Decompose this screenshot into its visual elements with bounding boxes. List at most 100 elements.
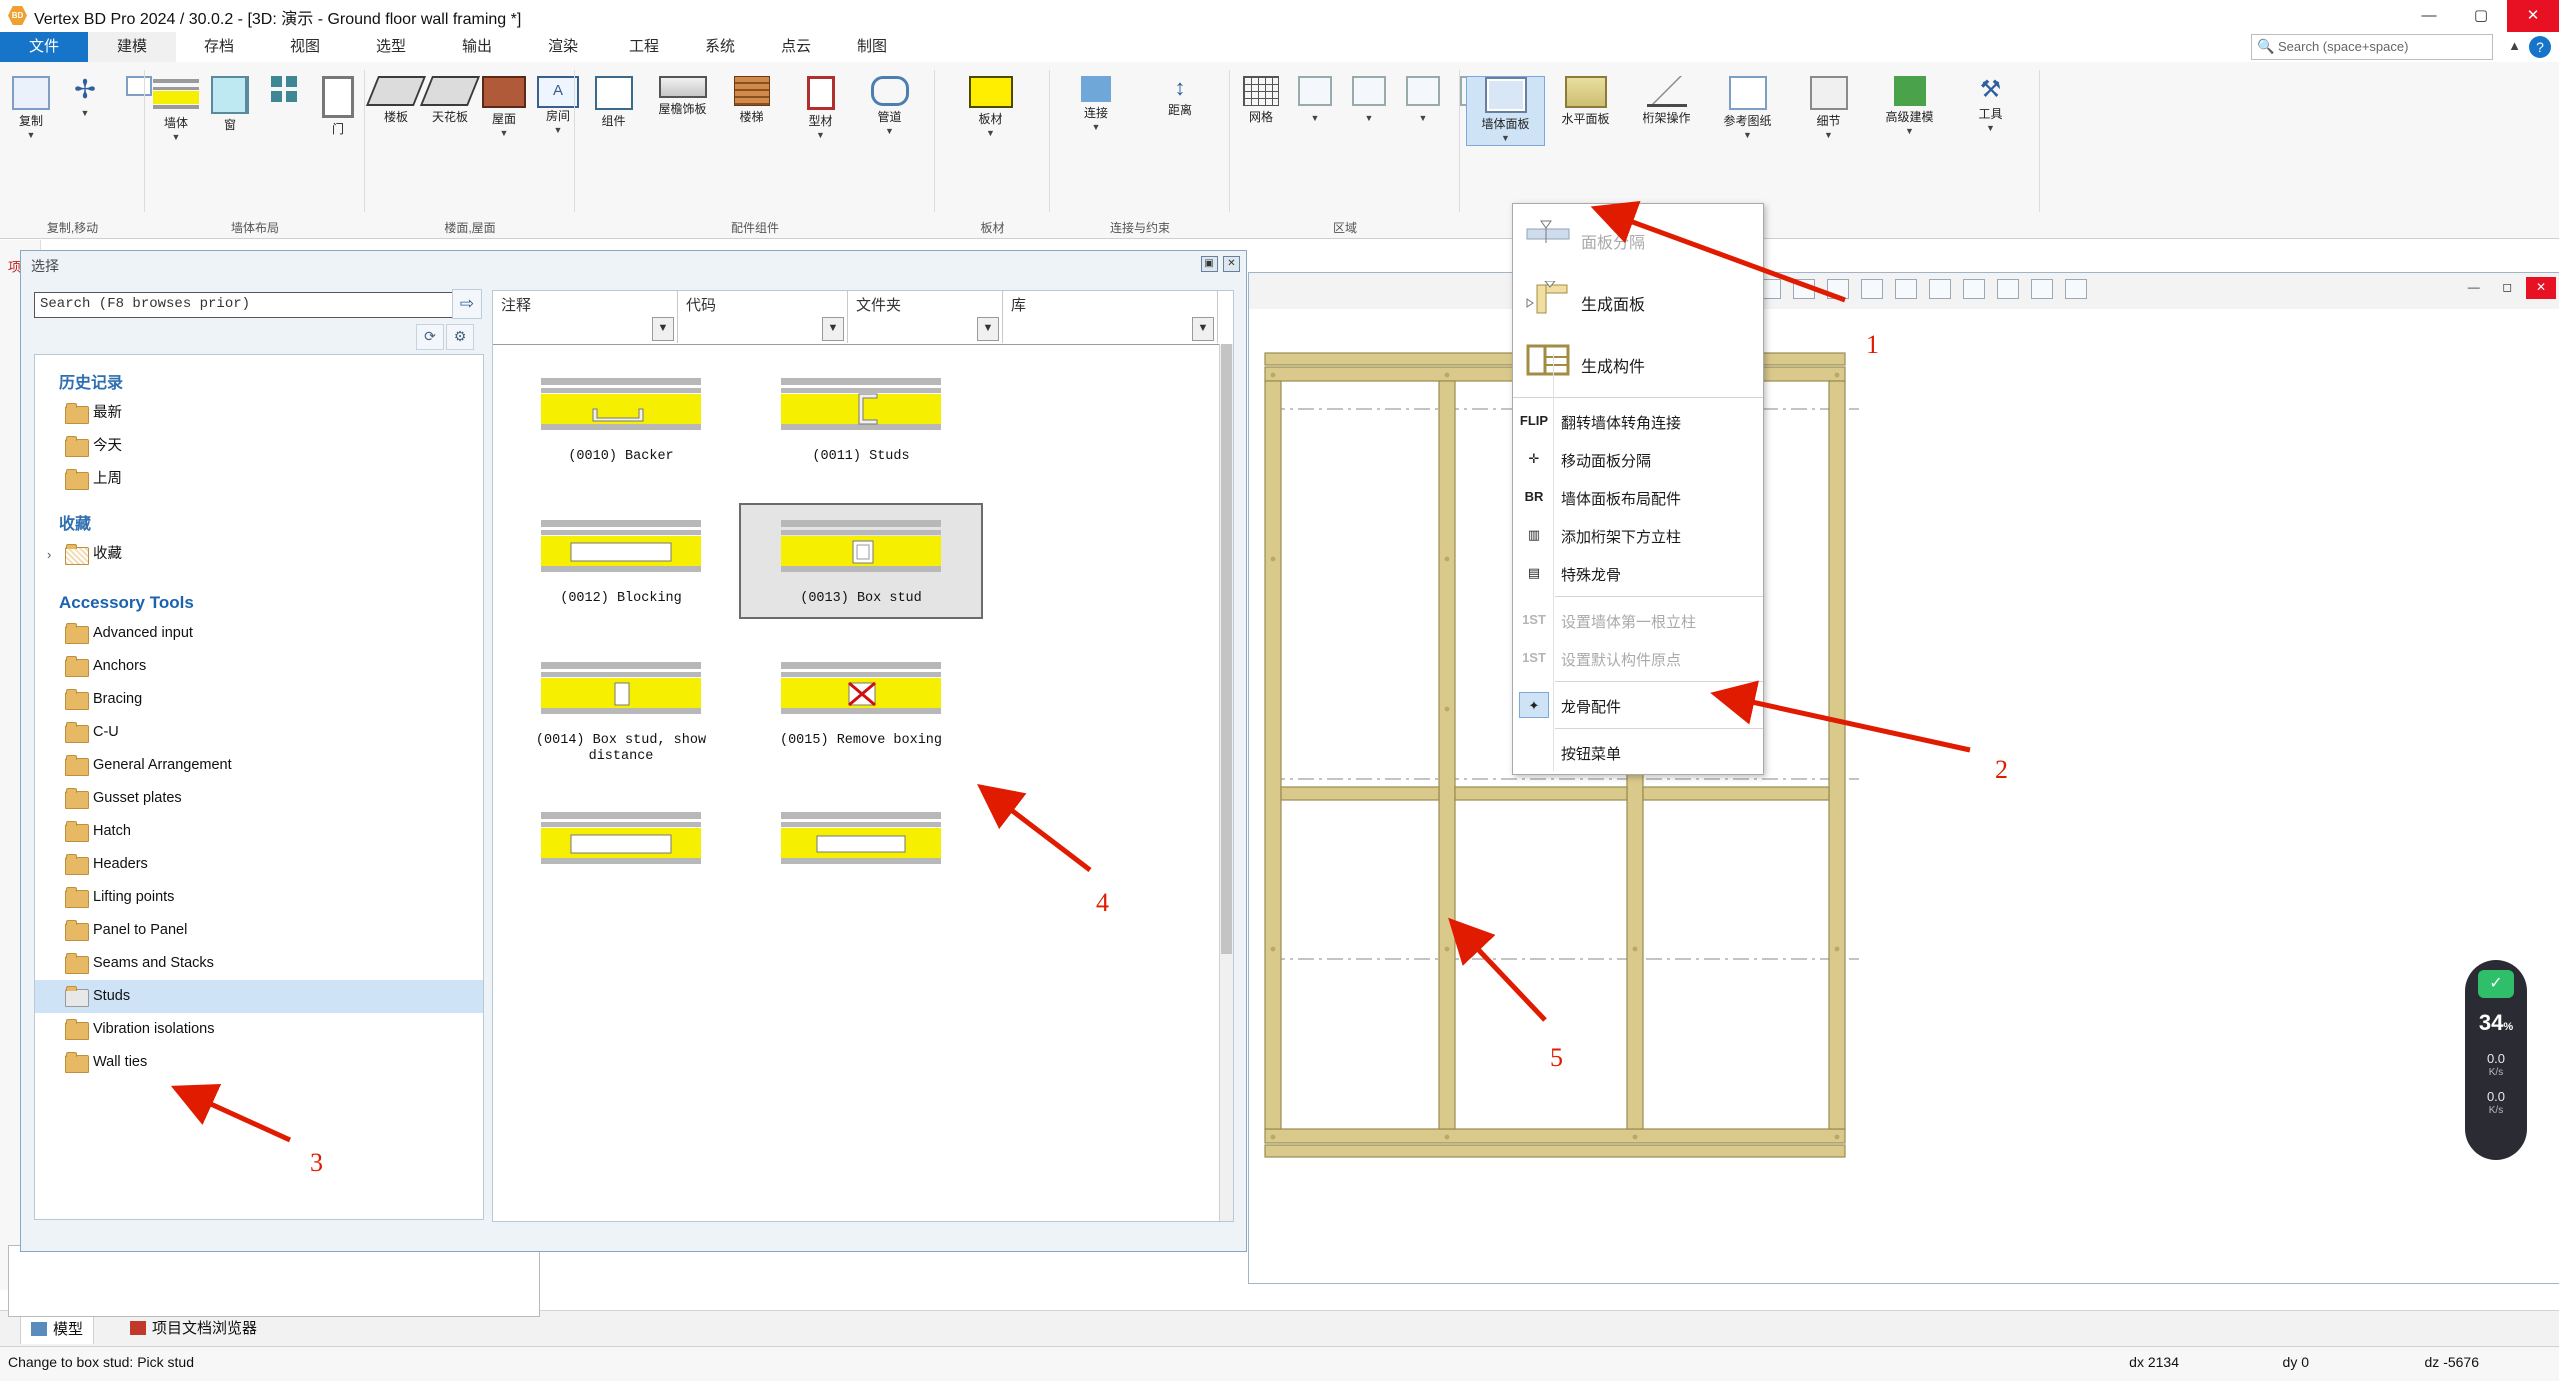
speed-widget[interactable]: ✓ 34% 0.0 K/s 0.0 K/s: [2465, 960, 2527, 1160]
tree-item-general-arrangement[interactable]: General Arrangement: [35, 749, 483, 782]
bottom-tab-1[interactable]: 项目文档浏览器: [120, 1315, 267, 1343]
ribbon-button-工具[interactable]: ⚒ 工具 ▼: [1952, 76, 2029, 135]
chevron-down-icon[interactable]: ▼: [885, 126, 894, 136]
ribbon-tab-1[interactable]: 建模: [88, 32, 176, 62]
ribbon-button-高级建模[interactable]: 高级建模 ▼: [1871, 76, 1948, 138]
ribbon-button-连接[interactable]: 连接 ▼: [1056, 76, 1136, 134]
tree-item-hatch[interactable]: Hatch: [35, 815, 483, 848]
tree-item-gusset-plates[interactable]: Gusset plates: [35, 782, 483, 815]
menu-item-generate-member[interactable]: 生成构件: [1513, 331, 1763, 393]
ribbon-button-门[interactable]: 门: [313, 76, 363, 136]
tree-item-wall-ties[interactable]: Wall ties: [35, 1046, 483, 1079]
minimize-button[interactable]: —: [2403, 0, 2455, 32]
ribbon-button-屋檐饰板[interactable]: 屋檐饰板: [650, 76, 715, 116]
grid-item[interactable]: (0012) Blocking: [501, 505, 741, 617]
tree-item-panel-to-panel[interactable]: Panel to Panel: [35, 914, 483, 947]
tree-item-advanced-input[interactable]: Advanced input: [35, 617, 483, 650]
grid-vertical-scrollbar[interactable]: [1219, 344, 1233, 1221]
ribbon-button-墙体面板[interactable]: 墙体面板 ▼: [1466, 76, 1545, 146]
chevron-down-icon[interactable]: ▼: [27, 130, 36, 140]
ribbon-tab-9[interactable]: 点云: [758, 32, 834, 62]
chevron-down-icon[interactable]: ▼: [172, 132, 181, 142]
chevron-down-icon[interactable]: ▼: [1311, 113, 1320, 123]
grid-column-3[interactable]: 库 ▼: [1003, 291, 1218, 343]
grid-item[interactable]: (0014) Box stud, show distance: [501, 647, 741, 775]
layers-icon[interactable]: [1927, 279, 1953, 303]
chevron-down-icon[interactable]: ▼: [554, 125, 563, 135]
chevron-down-icon[interactable]: ▼: [1986, 123, 1995, 133]
move-icon[interactable]: [2029, 279, 2055, 303]
maximize-button[interactable]: ▢: [2455, 0, 2507, 32]
viewport-maximize-button[interactable]: ◻: [2492, 277, 2522, 299]
tree-item-vibration-isolations[interactable]: Vibration isolations: [35, 1013, 483, 1046]
chevron-down-icon[interactable]: ▼: [986, 128, 995, 138]
tree-item-anchors[interactable]: Anchors: [35, 650, 483, 683]
gear-icon[interactable]: ⚙: [446, 324, 474, 350]
ribbon-button-窗[interactable]: 窗: [205, 76, 255, 132]
grid-scrollbar-thumb[interactable]: [1221, 344, 1232, 954]
tree-item--[interactable]: 最新: [35, 397, 483, 430]
close-button[interactable]: ✕: [2507, 0, 2559, 32]
ribbon-button-管道[interactable]: 管道 ▼: [857, 76, 922, 138]
chevron-down-icon[interactable]: ▼: [1824, 130, 1833, 140]
grid-column-2[interactable]: 文件夹 ▼: [848, 291, 1003, 343]
ribbon-button-region-a-icon[interactable]: ▼: [1290, 76, 1340, 125]
tree-item-c-u[interactable]: C-U: [35, 716, 483, 749]
grid-column-1[interactable]: 代码 ▼: [678, 291, 848, 343]
menu-item-stud-accessory[interactable]: ✦ 龙骨配件: [1513, 686, 1763, 724]
menu-item-move-panel-split[interactable]: ✛ 移动面板分隔: [1513, 440, 1763, 478]
chevron-up-icon[interactable]: ▲: [2508, 38, 2521, 53]
ribbon-button-墙体[interactable]: 墙体 ▼: [151, 76, 201, 144]
ribbon-button-复制[interactable]: 复制 ▼: [6, 76, 56, 142]
ribbon-tab-2[interactable]: 存档: [176, 32, 262, 62]
tree-item-lifting-points[interactable]: Lifting points: [35, 881, 483, 914]
chevron-down-icon[interactable]: ▼: [816, 130, 825, 140]
grid-item[interactable]: (0015) Remove boxing: [741, 647, 981, 759]
filter-icon[interactable]: ▼: [652, 317, 674, 341]
select-search-input[interactable]: Search (F8 browses prior): [34, 292, 464, 318]
filter-icon[interactable]: ▼: [977, 317, 999, 341]
select-rect-icon[interactable]: [1791, 279, 1817, 303]
grid-item[interactable]: [741, 797, 981, 893]
ribbon-button-水平面板[interactable]: 水平面板: [1547, 76, 1624, 126]
ribbon-button-细节[interactable]: 细节 ▼: [1790, 76, 1867, 142]
menu-item-generate-panel[interactable]: 生成面板: [1513, 269, 1763, 331]
menu-item-button-menu[interactable]: 按钮菜单: [1513, 733, 1763, 771]
ribbon-button-距离[interactable]: ↕ 距离: [1140, 76, 1220, 117]
ribbon-tab-7[interactable]: 工程: [606, 32, 682, 62]
chevron-down-icon[interactable]: ▼: [1092, 122, 1101, 132]
ribbon-button-网格[interactable]: 网格: [1236, 76, 1286, 124]
ribbon-button-region-c-icon[interactable]: ▼: [1398, 76, 1448, 125]
measure-icon[interactable]: [1961, 279, 1987, 303]
ribbon-button-参考图纸[interactable]: 参考图纸 ▼: [1709, 76, 1786, 142]
ribbon-button-桁架操作[interactable]: 桁架操作: [1628, 76, 1705, 125]
ribbon-tab-8[interactable]: 系统: [682, 32, 758, 62]
ribbon-button-屋面[interactable]: 屋面 ▼: [479, 76, 529, 140]
viewport-close-button[interactable]: ✕: [2526, 277, 2556, 299]
ribbon-tab-3[interactable]: 视图: [262, 32, 348, 62]
wall-panel-dropdown-menu[interactable]: 面板分隔 生成面板 生成构件 FLIP 翻转墙体转角连接 ✛ 移动面板分隔 BR 墙体面板布局配…: [1512, 203, 1764, 775]
tree-item--[interactable]: 今天: [35, 430, 483, 463]
menu-item-add-stud-under-truss[interactable]: ▥ 添加桁架下方立柱: [1513, 516, 1763, 554]
ribbon-button-天花板[interactable]: 天花板: [419, 76, 481, 124]
filter-icon[interactable]: ▼: [822, 317, 844, 341]
tree-item-bracing[interactable]: Bracing: [35, 683, 483, 716]
ribbon-button-grid-window-icon[interactable]: [259, 76, 309, 107]
ribbon-search[interactable]: 🔍 Search (space+space): [2251, 34, 2493, 60]
ribbon-tab-4[interactable]: 选型: [348, 32, 434, 62]
tree-item-headers[interactable]: Headers: [35, 848, 483, 881]
ribbon-tab-10[interactable]: 制图: [834, 32, 910, 62]
bottom-tab-0[interactable]: 模型: [20, 1315, 95, 1344]
ribbon-button-楼板[interactable]: 楼板: [365, 76, 427, 124]
chevron-down-icon[interactable]: ▼: [1501, 133, 1510, 143]
grid-items-area[interactable]: (0010) Backer (0011) Studs (0012) Blocking…: [493, 344, 1219, 1221]
tree-item--[interactable]: 上周: [35, 463, 483, 496]
print-icon[interactable]: [1893, 279, 1919, 303]
ribbon-button-move-icon[interactable]: ✢ ▼: [60, 76, 110, 120]
chevron-down-icon[interactable]: ▼: [81, 108, 90, 118]
filter-icon[interactable]: ▼: [1192, 317, 1214, 341]
select-dialog-close-button[interactable]: ✕: [1223, 256, 1240, 272]
select-dialog-tree[interactable]: 历史记录 最新 今天 上周 收藏 › 收藏 Accessory Tools Advanced i…: [34, 354, 484, 1220]
help-icon[interactable]: ?: [2529, 36, 2551, 58]
grid-item[interactable]: [501, 797, 741, 893]
